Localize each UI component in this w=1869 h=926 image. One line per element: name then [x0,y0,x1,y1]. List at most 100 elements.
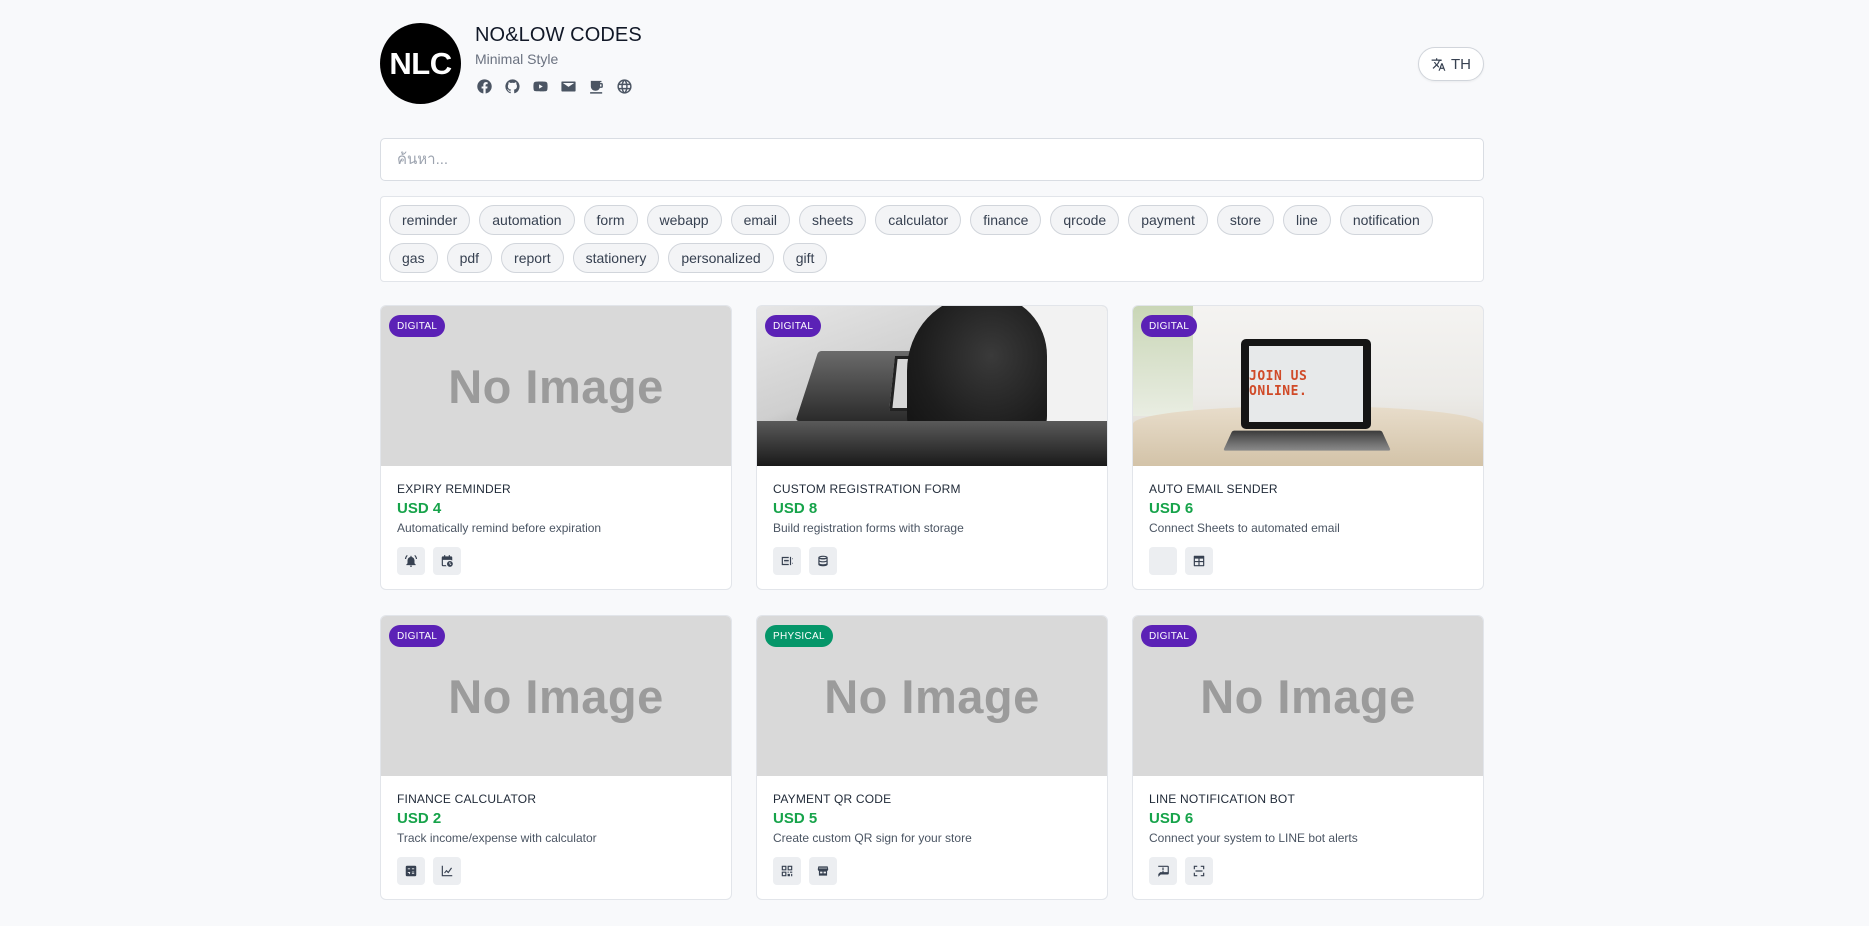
tag-form[interactable]: form [583,205,638,235]
no-image-placeholder: No Image [448,359,664,413]
product-card[interactable]: DIGITAL CUSTOM REGISTRATION FORM USD 8 Buil… [756,305,1108,590]
product-info: FINANCE CALCULATOR USD 2 Track income/expe… [381,776,731,885]
logo[interactable]: NLC [380,23,461,104]
product-card[interactable]: No Image DIGITAL LINE NOTIFICATION BOT USD … [1132,615,1484,900]
product-description: Connect Sheets to automated email [1149,521,1340,535]
product-image: No Image DIGITAL [1133,616,1483,776]
product-description: Automatically remind before expiration [397,521,602,535]
product-description: Create custom QR sign for your store [773,831,972,845]
product-image: JOIN US ONLINE. DIGITAL [1133,306,1483,466]
tag-personalized[interactable]: personalized [668,243,774,273]
search-input[interactable] [380,138,1484,181]
tag-payment[interactable]: payment [1128,205,1208,235]
youtube-icon[interactable] [531,77,549,95]
calendar-clock-icon [433,547,461,575]
product-card[interactable]: No Image DIGITAL FINANCE CALCULATOR USD 2 Tr… [380,615,732,900]
tag-report[interactable]: report [501,243,564,273]
site-title: NO&LOW CODES [475,24,642,46]
product-title: EXPIRY REMINDER [397,482,511,496]
no-image-placeholder: No Image [1200,669,1416,723]
product-type-badge: DIGITAL [389,625,446,647]
product-image: No Image DIGITAL [381,306,731,466]
page-container: NLC NO&LOW CODES Minimal Style TH remind… [380,0,1484,900]
product-info: CUSTOM REGISTRATION FORM USD 8 Build regis… [757,466,1107,575]
product-title: CUSTOM REGISTRATION FORM [773,482,961,496]
product-description: Track income/expense with calculator [397,831,597,845]
database-icon [809,547,837,575]
product-price: USD 5 [773,810,818,827]
product-title: PAYMENT QR CODE [773,792,892,806]
bell-icon [397,547,425,575]
product-type-badge: DIGITAL [389,315,446,337]
tag-calculator[interactable]: calculator [875,205,962,235]
product-type-badge: DIGITAL [1141,315,1198,337]
product-price: USD 6 [1149,810,1194,827]
facebook-icon[interactable] [475,77,493,95]
product-type-badge: DIGITAL [1141,625,1198,647]
product-price: USD 4 [397,500,442,517]
github-icon[interactable] [503,77,521,95]
product-image: No Image DIGITAL [381,616,731,776]
tag-gift[interactable]: gift [782,243,828,273]
translate-icon [1431,57,1446,71]
mail-icon[interactable] [559,77,577,95]
tag-automation[interactable]: automation [479,205,575,235]
tag-webapp[interactable]: webapp [646,205,722,235]
tag-filter-list: reminder automation form webapp email sheets c… [380,196,1484,282]
product-grid: No Image DIGITAL EXPIRY REMINDER USD 4 Autom… [380,305,1484,900]
laptop-screen-text: JOIN US ONLINE. [1249,369,1308,399]
product-feature-icons [397,547,715,575]
tag-sheets[interactable]: sheets [799,205,867,235]
product-image: DIGITAL [757,306,1107,466]
blank-icon [1149,547,1177,575]
tag-gas[interactable]: gas [389,243,438,273]
brand: NO&LOW CODES Minimal Style [475,24,642,95]
product-card[interactable]: No Image PHYSICAL PAYMENT QR CODE USD 5 Crea… [756,615,1108,900]
tag-email[interactable]: email [730,205,791,235]
language-label: TH [1451,55,1471,73]
store-icon [809,857,837,885]
product-info: EXPIRY REMINDER USD 4 Automatically remind… [381,466,731,575]
product-price: USD 2 [397,810,442,827]
product-card[interactable]: JOIN US ONLINE. DIGITAL AUTO EMAIL SENDER U… [1132,305,1484,590]
social-links [475,77,642,95]
calculator-icon [397,857,425,885]
language-toggle-button[interactable]: TH [1418,47,1484,81]
tag-notification[interactable]: notification [1339,205,1433,235]
no-image-placeholder: No Image [824,669,1040,723]
coffee-icon[interactable] [587,77,605,95]
product-feature-icons [773,857,1091,885]
scan-icon [1185,857,1213,885]
no-image-placeholder: No Image [448,669,664,723]
product-feature-icons [397,857,715,885]
qrcode-icon [773,857,801,885]
tag-pdf[interactable]: pdf [446,243,493,273]
product-description: Connect your system to LINE bot alerts [1149,831,1358,845]
product-type-badge: DIGITAL [765,315,822,337]
product-type-badge: PHYSICAL [765,625,833,647]
table-icon [1185,547,1213,575]
tag-reminder[interactable]: reminder [389,205,471,235]
product-title: AUTO EMAIL SENDER [1149,482,1278,496]
tag-line[interactable]: line [1283,205,1331,235]
tag-store[interactable]: store [1216,205,1275,235]
tag-qrcode[interactable]: qrcode [1050,205,1120,235]
product-title: FINANCE CALCULATOR [397,792,537,806]
message-icon [1149,857,1177,885]
product-feature-icons [1149,857,1467,885]
chart-line-icon [433,857,461,885]
product-info: LINE NOTIFICATION BOT USD 6 Connect your s… [1133,776,1483,885]
tag-finance[interactable]: finance [970,205,1042,235]
product-price: USD 8 [773,500,818,517]
site-subtitle: Minimal Style [475,51,559,67]
product-info: AUTO EMAIL SENDER USD 6 Connect Sheets to … [1133,466,1483,575]
globe-icon[interactable] [615,77,633,95]
product-card[interactable]: No Image DIGITAL EXPIRY REMINDER USD 4 Autom… [380,305,732,590]
product-description: Build registration forms with storage [773,521,964,535]
product-image: No Image PHYSICAL [757,616,1107,776]
product-feature-icons [1149,547,1467,575]
tag-stationery[interactable]: stationery [572,243,660,273]
header: NLC NO&LOW CODES Minimal Style TH [380,0,1484,130]
product-info: PAYMENT QR CODE USD 5 Create custom QR sig… [757,776,1107,885]
product-title: LINE NOTIFICATION BOT [1149,792,1295,806]
